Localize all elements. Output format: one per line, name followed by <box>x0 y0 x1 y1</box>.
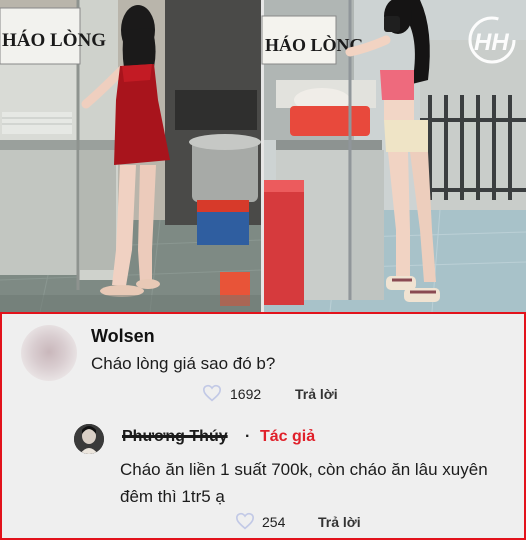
comment-like-count: 1692 <box>230 386 262 402</box>
heart-outline-icon[interactable] <box>235 512 255 530</box>
street-food-photo: HÁO LÒNG HÁO LÒNG HH <box>0 0 526 312</box>
avatar[interactable] <box>21 325 77 381</box>
heart-outline-icon[interactable] <box>202 384 222 402</box>
reply-like-count: 254 <box>262 514 286 530</box>
reply-author[interactable]: Phương Thúy <box>122 428 228 446</box>
comment-author[interactable]: Wolsen <box>91 326 155 347</box>
comment-text: Cháo lòng giá sao đó b? <box>91 354 276 373</box>
author-badge: Tác giả <box>260 428 316 445</box>
svg-text:HH: HH <box>474 29 509 56</box>
reply-avatar[interactable] <box>74 424 104 454</box>
left-shop-sign: HÁO LÒNG <box>2 29 106 51</box>
reply-reply-button[interactable]: Trả lời <box>318 514 361 530</box>
comment-panel: Wolsen Cháo lòng giá sao đó b? 1692 Trả … <box>0 312 526 540</box>
reply-text: Cháo ăn liền 1 suất 700k, còn cháo ăn lâ… <box>120 460 488 506</box>
reply-separator: · <box>245 428 251 445</box>
comment-reply-button[interactable]: Trả lời <box>295 386 338 402</box>
